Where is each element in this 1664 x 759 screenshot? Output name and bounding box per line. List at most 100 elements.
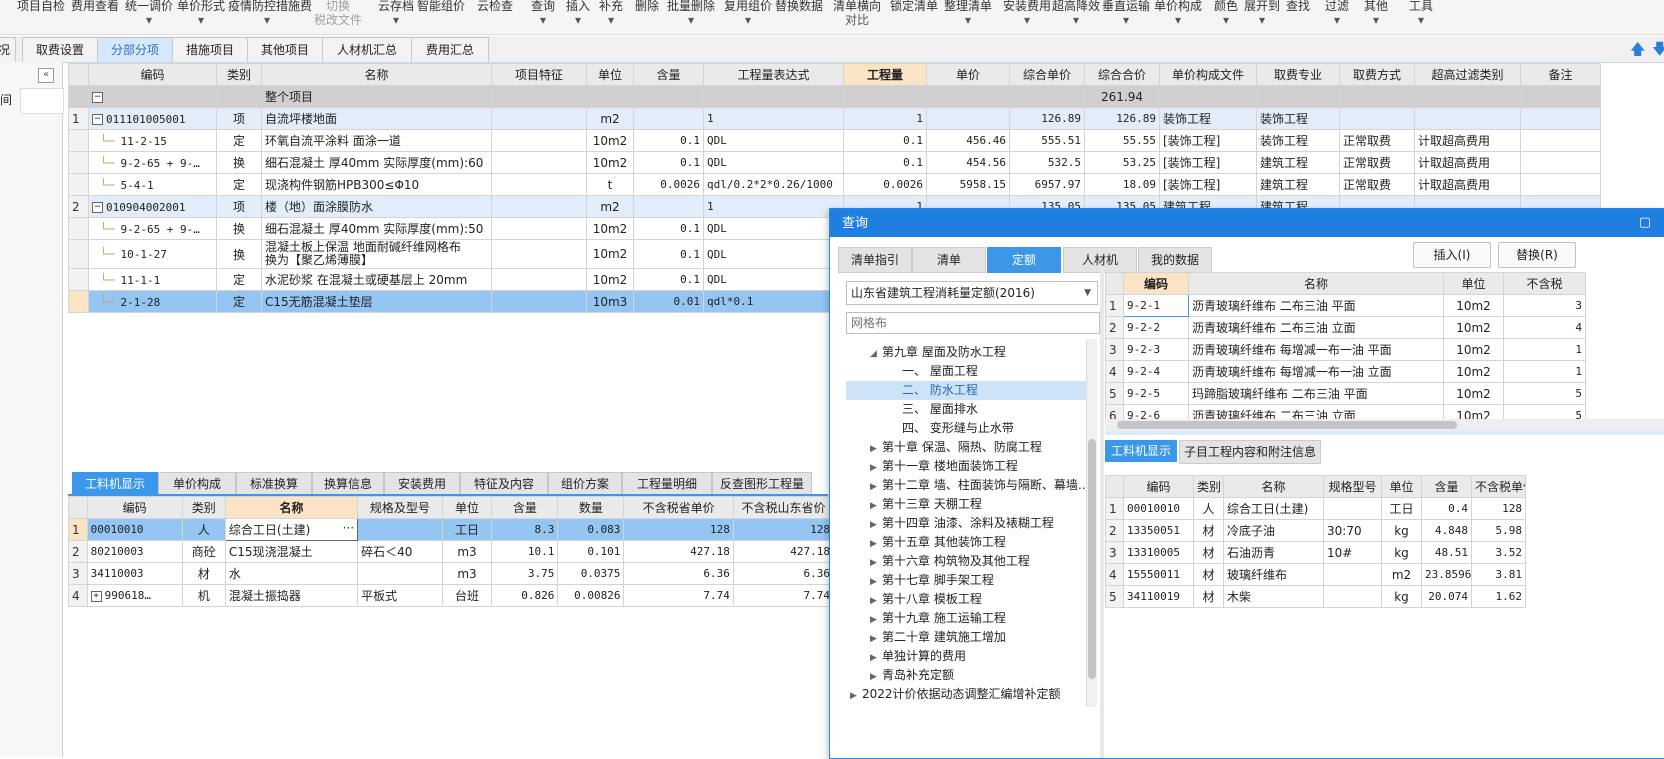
column-header[interactable]: 编码	[1123, 272, 1189, 295]
tree-caret-icon[interactable]: ▶	[850, 687, 862, 706]
column-header[interactable]	[68, 496, 88, 519]
column-header[interactable]: 类别	[216, 63, 262, 86]
tree-node[interactable]: 一、 屋面工程	[846, 362, 1086, 381]
tab-fee-summary[interactable]: 费用汇总	[411, 37, 489, 62]
bottom-tab-7[interactable]: 工程量明细	[622, 472, 712, 496]
toolbar-button-16[interactable]: 清单横向 对比	[832, 0, 882, 34]
more-icon[interactable]: ···	[343, 521, 354, 535]
toolbar-button-4[interactable]: 疫情防控措施费 ▾	[228, 0, 312, 34]
table-row[interactable]: 334110003材水m33.750.03756.366.366.36	[68, 562, 959, 585]
tree-node[interactable]: ▶ 第十章 保温、隔热、防腐工程	[846, 438, 1086, 457]
arrow-up-icon[interactable]: 🡅	[1630, 39, 1645, 64]
tree-node[interactable]: ▶ 第十七章 脚手架工程	[846, 571, 1086, 590]
toolbar-button-24[interactable]: 展开到 ▾	[1243, 0, 1281, 34]
tree-node[interactable]: 二、 防水工程	[846, 381, 1086, 400]
bottom-tab-2[interactable]: 标准换算	[236, 472, 312, 496]
panel-splitter[interactable]	[1100, 267, 1104, 758]
toolbar-button-12[interactable]: 删除	[632, 0, 662, 34]
column-header[interactable]: 工程量	[843, 63, 927, 86]
table-row[interactable]: └─ 11-2-15 定环氧自流平涂料 面涂一道 10m2 0.1 QDL 0.1 456.4…	[68, 129, 1601, 152]
toolbar-button-5[interactable]: 切换 税改文件	[313, 0, 363, 34]
tree-node[interactable]: 三、 屋面排水	[846, 400, 1086, 419]
dialog-tab-4[interactable]: 我的数据	[1138, 247, 1212, 273]
total-row[interactable]: − 整个项目 261.94	[68, 85, 1601, 108]
column-header[interactable]: 单位	[441, 496, 493, 519]
collapse-toggle-icon[interactable]: −	[92, 113, 103, 125]
tree-node[interactable]: ▶ 第十一章 楼地面装饰工程	[846, 457, 1086, 476]
bottom-tab-6[interactable]: 组价方案	[548, 472, 622, 496]
collapse-toggle-icon[interactable]: −	[92, 201, 103, 213]
table-row[interactable]: 4 +990618… 机混凝土振捣器 平板式 台班 0.826 0.00826 7.74 7.7…	[68, 584, 959, 607]
table-row[interactable]: └─ 9-2-65 + 9-… 换细石混凝土 厚40mm 实际厚度(mm):60 10…	[68, 151, 1601, 174]
sub-tab-material[interactable]: 工料机显示	[1105, 440, 1177, 462]
toolbar-button-11[interactable]: 补充 ▾	[596, 0, 626, 34]
table-row[interactable]: 1−011101005001 项自流坪楼地面 m2 1 1 126.89 126.89 装饰工…	[68, 107, 1601, 130]
maximize-icon[interactable]: ▢	[1639, 209, 1651, 237]
column-header[interactable]: 综合合价	[1084, 63, 1160, 86]
column-header[interactable]: 单价	[926, 63, 1010, 86]
column-header[interactable]	[68, 63, 89, 86]
column-header[interactable]: 编码	[1123, 475, 1194, 498]
toolbar-button-20[interactable]: 超高降效 ▾	[1051, 0, 1101, 34]
toolbar-button-9[interactable]: 查询 ▾	[528, 0, 558, 34]
expand-toggle-icon[interactable]: +	[90, 590, 102, 602]
tree-node[interactable]: ▶ 第十五章 其他装饰工程	[846, 533, 1086, 552]
column-header[interactable]	[1105, 272, 1124, 295]
column-header[interactable]: 编码	[88, 63, 217, 86]
column-header[interactable]	[1105, 475, 1124, 498]
tree-node[interactable]: ▶ 单独计算的费用	[846, 647, 1086, 666]
left-nav-item[interactable]: 间	[0, 88, 20, 112]
toolbar-button-25[interactable]: 查找	[1283, 0, 1313, 34]
column-header[interactable]: 不含税山东省价	[732, 496, 835, 519]
tree-scrollbar[interactable]	[1086, 339, 1097, 707]
column-header[interactable]: 不含税	[1503, 272, 1586, 295]
table-row[interactable]: 4 15550011 材玻璃纤维布 m2 23.8596 3.81	[1105, 563, 1526, 586]
tab-measure-items[interactable]: 措施项目	[172, 37, 248, 62]
tree-node[interactable]: ▶ 第十六章 构筑物及其他工程	[846, 552, 1086, 571]
toolbar-button-22[interactable]: 单价构成 ▾	[1151, 0, 1205, 34]
replace-button[interactable]: 替换(R)	[1498, 242, 1576, 268]
tab-sub-items[interactable]: 分部分项	[97, 37, 173, 62]
bottom-tab-5[interactable]: 特征及内容	[460, 472, 548, 496]
column-header[interactable]: 名称	[1223, 475, 1324, 498]
tab-fee-settings[interactable]: 取费设置	[22, 37, 98, 62]
dialog-tab-1[interactable]: 清单	[912, 247, 986, 273]
column-header[interactable]: 工程量表达式	[703, 63, 844, 86]
toolbar-button-13[interactable]: 批量删除 ▾	[664, 0, 718, 34]
tree-node[interactable]: ▶ 第十八章 模板工程	[846, 590, 1086, 609]
column-header[interactable]: 取费专业	[1256, 63, 1340, 86]
dialog-tab-0[interactable]: 清单指引	[838, 247, 912, 273]
table-row[interactable]: 5 34110019 材木柴 kg 20.074 1.62	[1105, 585, 1526, 608]
bottom-tab-4[interactable]: 安装费用	[384, 472, 460, 496]
table-row[interactable]: 1 00010010 人综合工日(土建) 工日 0.4 128	[1105, 497, 1526, 520]
column-header[interactable]: 综合单价	[1009, 63, 1085, 86]
table-row[interactable]: 2 80210003 商砼 C15现浇混凝土 碎石＜40 m3 10.1 0.101 427.1…	[68, 540, 959, 563]
toolbar-button-19[interactable]: 安装费用 ▾	[1002, 0, 1052, 34]
insert-button[interactable]: 插入(I)	[1413, 242, 1491, 268]
toolbar-button-8[interactable]: 云检查	[470, 0, 520, 34]
quota-hscrollbar[interactable]	[1105, 419, 1664, 431]
tree-node[interactable]: ▶ 第十九章 施工运输工程	[846, 609, 1086, 628]
toolbar-button-10[interactable]: 插入 ▾	[563, 0, 593, 34]
quota-splitter[interactable]	[1105, 431, 1664, 435]
tree-node[interactable]: ◢ 第九章 屋面及防水工程	[846, 343, 1086, 362]
toolbar-button-3[interactable]: 单价形式 ▾	[176, 0, 226, 34]
column-header[interactable]: 单位	[1381, 475, 1422, 498]
table-row[interactable]: └─ 5-4-1 定现浇构件钢筋HPB300≤Φ10 t 0.0026 qdl/0.2*2…	[68, 173, 1601, 196]
bottom-tab-1[interactable]: 单价构成	[158, 472, 236, 496]
table-row[interactable]: 3 13310005 材石油沥青 10# kg 48.51 3.52	[1105, 541, 1526, 564]
toolbar-button-21[interactable]: 垂直运输 ▾	[1101, 0, 1151, 34]
toolbar-button-14[interactable]: 复用组价 ▾	[724, 0, 772, 34]
column-header[interactable]: 单位	[1443, 272, 1504, 295]
column-header[interactable]: 超高过滤类别	[1414, 63, 1521, 86]
collapse-panel-button[interactable]: «	[38, 68, 54, 83]
sub-tab-notes[interactable]: 子目工程内容和附注信息	[1179, 440, 1321, 464]
tab-material-summary[interactable]: 人材机汇总	[322, 37, 412, 62]
toolbar-button-0[interactable]: 项目自检	[16, 0, 66, 34]
column-header[interactable]: 编码	[86, 496, 183, 519]
bottom-tab-3[interactable]: 换算信息	[312, 472, 384, 496]
toolbar-button-1[interactable]: 费用查看	[70, 0, 120, 34]
column-header[interactable]: 数量	[557, 496, 625, 519]
tree-node[interactable]: ▶ 第十四章 油漆、涂料及裱糊工程	[846, 514, 1086, 533]
quota-hscrollbar-thumb[interactable]	[1117, 421, 1457, 429]
